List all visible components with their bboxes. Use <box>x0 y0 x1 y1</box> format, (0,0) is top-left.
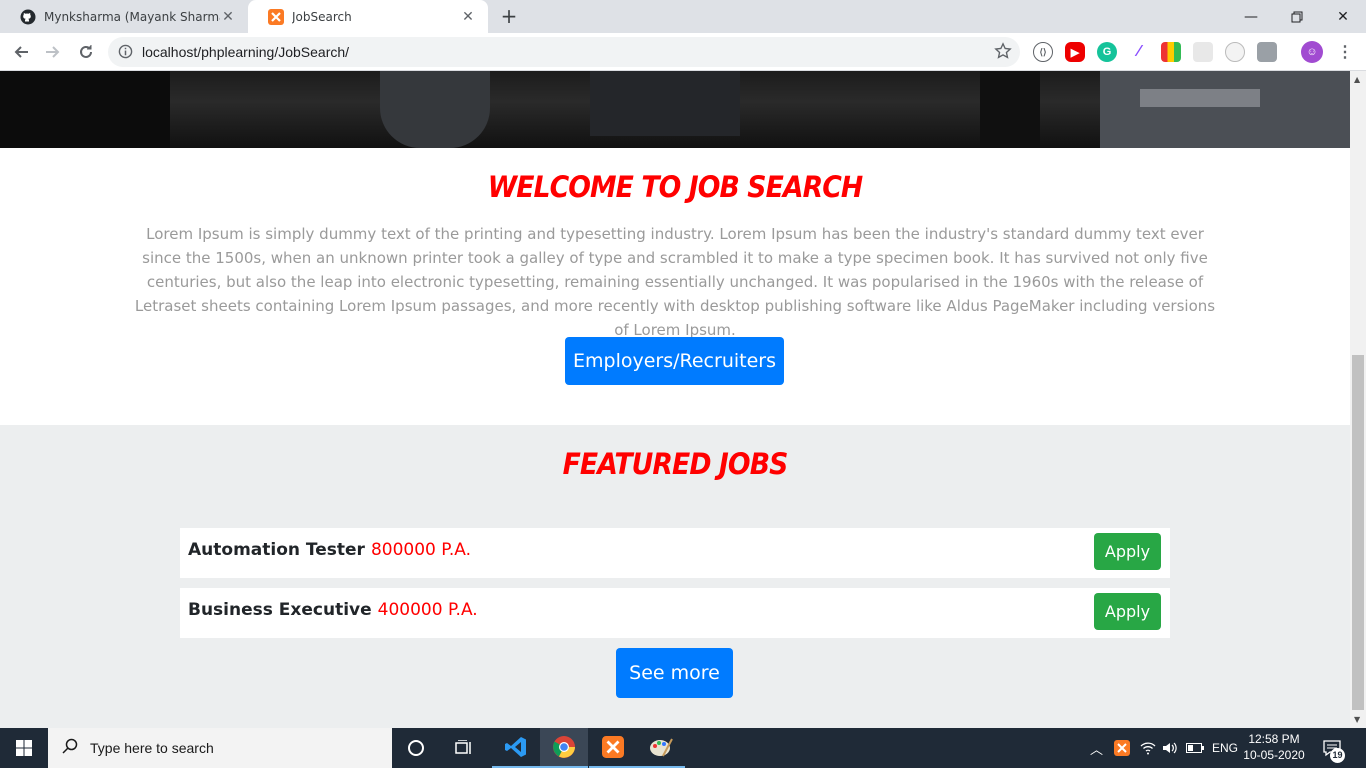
page-scrollbar[interactable]: ▲ ▼ <box>1350 71 1366 728</box>
clock-time: 12:58 PM <box>1248 732 1300 746</box>
job-name: Automation Tester <box>188 540 365 560</box>
quill-extension-icon[interactable]: ⁄ <box>1129 42 1149 62</box>
github-icon <box>20 9 36 25</box>
windows-taskbar: Type here to search ︿ ENG 12:58 PM 10-05… <box>0 728 1366 768</box>
reload-icon[interactable] <box>74 40 98 64</box>
xampp-icon <box>268 8 284 25</box>
hero-image <box>0 71 1350 148</box>
welcome-section: Welcome to Job Search Lorem Ipsum is sim… <box>0 148 1350 425</box>
tab-title: JobSearch <box>292 9 352 24</box>
menu-kebab-icon[interactable]: ⋮ <box>1335 42 1355 62</box>
windows-start-icon[interactable] <box>0 728 48 768</box>
job-title: Business Executive 400000 P.A. <box>188 600 478 620</box>
extension-gray-icon[interactable] <box>1193 42 1213 62</box>
minimize-button[interactable]: — <box>1228 0 1274 33</box>
info-icon[interactable] <box>118 44 133 63</box>
profile-avatar[interactable]: ☺ <box>1301 41 1323 63</box>
url-text: localhost/phplearning/JobSearch/ <box>142 44 350 60</box>
restore-button[interactable] <box>1274 0 1320 33</box>
featured-jobs-section: Featured Jobs Automation Tester 800000 P.… <box>0 425 1350 728</box>
grammarly-icon[interactable]: G <box>1097 42 1117 62</box>
clock-date: 10-05-2020 <box>1243 748 1305 762</box>
bookmark-star-icon[interactable] <box>994 42 1012 64</box>
job-row: Business Executive 400000 P.A. Apply <box>180 588 1170 638</box>
employers-recruiters-button[interactable]: Employers/Recruiters <box>565 337 784 385</box>
xampp-tray-icon[interactable] <box>1114 728 1130 768</box>
new-tab-button[interactable]: + <box>498 6 520 28</box>
job-name: Business Executive <box>188 600 372 620</box>
address-bar[interactable]: localhost/phplearning/JobSearch/ <box>108 37 1020 67</box>
featured-jobs-heading: Featured Jobs <box>562 447 789 481</box>
tab-jobsearch[interactable]: JobSearch ✕ <box>248 0 488 33</box>
browser-tab-strip: Mynksharma (Mayank Sharma) ✕ JobSearch ✕… <box>0 0 1366 33</box>
show-hidden-icons[interactable]: ︿ <box>1090 728 1103 768</box>
welcome-heading: Welcome to Job Search <box>487 170 864 204</box>
xampp-taskbar-icon[interactable] <box>589 728 637 768</box>
wifi-icon[interactable] <box>1140 728 1156 768</box>
scroll-up-arrow-icon[interactable]: ▲ <box>1354 75 1360 84</box>
see-more-button[interactable]: See more <box>616 648 733 698</box>
close-tab-icon[interactable]: ✕ <box>460 9 476 25</box>
volume-icon[interactable] <box>1162 728 1178 768</box>
job-salary: 800000 P.A. <box>370 540 471 560</box>
battery-icon[interactable] <box>1186 728 1204 768</box>
notification-badge: 19 <box>1330 748 1345 763</box>
tab-title: Mynksharma (Mayank Sharma) <box>44 9 220 24</box>
system-clock[interactable]: 12:58 PM 10-05-2020 <box>1238 731 1310 763</box>
color-picker-extension-icon[interactable] <box>1161 42 1181 62</box>
cortana-icon[interactable] <box>392 728 440 768</box>
job-row: Automation Tester 800000 P.A. Apply <box>180 528 1170 578</box>
scroll-down-arrow-icon[interactable]: ▼ <box>1354 715 1360 724</box>
paint-icon[interactable] <box>637 728 685 768</box>
vscode-icon[interactable] <box>492 728 540 768</box>
search-placeholder: Type here to search <box>90 740 214 756</box>
tab-github[interactable]: Mynksharma (Mayank Sharma) ✕ <box>0 0 248 33</box>
language-indicator[interactable]: ENG <box>1212 728 1238 768</box>
close-window-button[interactable]: ✕ <box>1320 0 1366 33</box>
extension-avatar-icon[interactable] <box>1257 42 1277 62</box>
back-arrow-icon[interactable] <box>9 40 33 64</box>
apply-button[interactable]: Apply <box>1094 533 1161 570</box>
search-icon <box>62 738 78 758</box>
forward-arrow-icon[interactable] <box>41 40 65 64</box>
youtube-extension-icon[interactable]: ▶ <box>1065 42 1085 62</box>
scrollbar-thumb[interactable] <box>1352 355 1364 710</box>
action-center-icon[interactable]: 19 <box>1322 728 1345 768</box>
apply-button[interactable]: Apply <box>1094 593 1161 630</box>
chrome-icon[interactable] <box>540 728 588 768</box>
close-tab-icon[interactable]: ✕ <box>220 9 236 25</box>
job-salary: 400000 P.A. <box>377 600 478 620</box>
welcome-description: Lorem Ipsum is simply dummy text of the … <box>134 225 1216 339</box>
chevron-up-icon[interactable]: ︿ <box>1090 739 1103 758</box>
browser-toolbar: localhost/phplearning/JobSearch/ ⟨⟩ ▶ G … <box>0 33 1366 71</box>
job-title: Automation Tester 800000 P.A. <box>188 540 471 560</box>
extension-round-icon[interactable] <box>1225 42 1245 62</box>
page-viewport: Welcome to Job Search Lorem Ipsum is sim… <box>0 71 1350 728</box>
taskbar-search-box[interactable]: Type here to search <box>48 728 392 768</box>
extension-icon[interactable]: ⟨⟩ <box>1033 42 1053 62</box>
task-view-icon[interactable] <box>440 728 488 768</box>
